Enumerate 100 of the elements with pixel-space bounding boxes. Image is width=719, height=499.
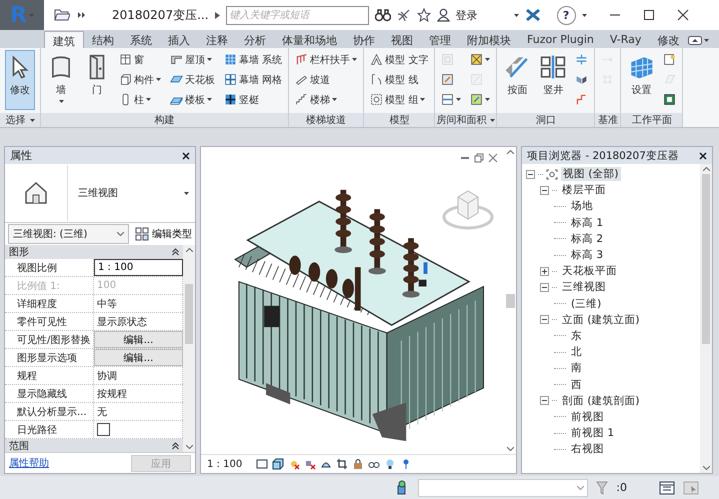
ribbon-tool-button[interactable]: 窗 <box>118 50 162 69</box>
ribbon-tool-button[interactable]: 栏杆扶手 <box>294 50 358 69</box>
exchange-icon <box>524 8 541 22</box>
tree-item[interactable]: 视图 (全部) <box>561 167 621 182</box>
tree-item[interactable]: 标高 1 <box>569 216 606 230</box>
panel-title[interactable]: 选择 <box>0 113 40 127</box>
tree-item[interactable]: 剖面 (建筑剖面) <box>560 394 642 408</box>
ribbon-tab[interactable]: 分析 <box>236 31 274 48</box>
ribbon-tool-button[interactable]: 按面 <box>502 50 532 110</box>
tree-item[interactable]: 南 <box>569 361 584 376</box>
caret-icon <box>146 98 151 101</box>
caret-icon <box>184 192 189 194</box>
tree-item[interactable]: 标高 3 <box>569 248 606 262</box>
ribbon-tab[interactable]: 结构 <box>84 31 122 48</box>
ribbon-tool-button[interactable]: 设置 <box>626 50 656 110</box>
tree-item[interactable]: 天花板平面 <box>560 264 619 278</box>
property-checkbox[interactable] <box>97 423 110 436</box>
ribbon-tool-button[interactable]: 构件 <box>118 70 162 89</box>
search-field[interactable]: 键入关键字或短语 <box>226 6 369 24</box>
ribbon-tool-button[interactable]: 竖井 <box>538 50 568 110</box>
tree-item[interactable]: 立面 (建筑立面) <box>560 312 642 327</box>
selection-count: :0 <box>616 481 627 494</box>
viewer-icon <box>663 53 676 66</box>
window-icon <box>119 53 132 66</box>
curtain-wall-icon <box>224 53 237 66</box>
scrollbar-thumb[interactable] <box>702 174 710 344</box>
ribbon-tab[interactable]: 管理 <box>421 31 459 48</box>
ribbon-tool-button[interactable]: 楼梯 <box>294 90 358 109</box>
workset-dropdown[interactable] <box>418 478 588 496</box>
scroll-down-icon <box>186 445 192 449</box>
ribbon-tab[interactable]: V-Ray <box>602 31 650 48</box>
ribbon-tab[interactable]: 注释 <box>198 31 236 48</box>
ribbon-tool-button[interactable]: 坡道 <box>294 70 358 89</box>
tree-connector <box>554 222 566 224</box>
group-header[interactable]: 范围 <box>5 439 183 453</box>
ribbon-tool-button[interactable]: 柱 <box>118 90 162 109</box>
help-link[interactable]: 属性帮助 <box>9 456 49 470</box>
property-value-field[interactable]: 1 : 100 <box>94 259 183 276</box>
ribbon-tab[interactable]: Fuzor Plugin <box>519 31 602 48</box>
ribbon-tab[interactable]: 修改 <box>649 31 688 48</box>
panel-title[interactable]: 房间和面积 <box>435 113 496 127</box>
scrollbar[interactable] <box>183 245 195 452</box>
tree-connector <box>554 384 566 386</box>
scrollbar[interactable] <box>700 164 712 473</box>
ribbon-tool-button[interactable]: 屋顶 <box>169 50 216 69</box>
ribbon-tab[interactable]: 系统 <box>122 31 160 48</box>
tree-item[interactable]: 楼层平面 <box>560 183 608 198</box>
sun-icon <box>288 458 300 470</box>
panel-title: 属性 <box>10 148 32 163</box>
sign-in-link[interactable]: 登录 <box>456 8 478 22</box>
shadow-icon <box>304 458 316 470</box>
ribbon-tool-button[interactable]: 修改 <box>5 50 35 110</box>
help-button[interactable]: ? <box>556 6 576 24</box>
tree-item[interactable]: 右视图 <box>569 442 606 456</box>
panel-title: 洞口 <box>497 113 594 127</box>
tree-item[interactable]: 北 <box>569 345 584 360</box>
caret-icon <box>156 78 161 81</box>
ribbon-tool-button[interactable]: 门 <box>82 50 112 110</box>
plane-icon <box>663 73 676 86</box>
tree-connector <box>554 303 566 304</box>
tree-item[interactable]: 三维视图 <box>560 280 608 294</box>
user-icon <box>436 8 450 22</box>
ribbon-tool-button[interactable]: 模型 组 <box>369 90 430 109</box>
view-scale[interactable]: 1 : 100 <box>207 458 242 470</box>
view-selector-dropdown[interactable]: 三维视图: (三维) <box>8 224 129 244</box>
scroll-up-icon <box>186 248 192 252</box>
tree-item[interactable]: 东 <box>569 328 584 343</box>
tree-item[interactable]: 场地 <box>569 199 595 214</box>
ribbon-tool-button[interactable]: 幕墙 网格 <box>223 70 284 89</box>
tree-item[interactable]: 西 <box>569 378 584 392</box>
open-folder-icon <box>54 8 70 22</box>
edit-type-button[interactable]: 编辑类型 <box>135 227 192 241</box>
edit-button[interactable]: 编辑... <box>94 331 183 348</box>
ribbon-tool-button[interactable]: 天花板 <box>169 70 216 89</box>
ribbon-tab[interactable]: 插入 <box>160 31 198 48</box>
ribbon-tab[interactable]: 附加模块 <box>459 31 519 48</box>
ribbon-tool-button[interactable]: 幕墙 系统 <box>223 50 284 69</box>
ribbon-tab[interactable]: 建筑 <box>44 31 84 48</box>
ribbon-tool-button[interactable]: 模型 文字 <box>369 50 430 69</box>
ribbon-tool-button[interactable]: 竖梃 <box>223 90 284 109</box>
scrollbar[interactable] <box>504 147 516 454</box>
ribbon-tool-button[interactable]: 墙 <box>46 50 76 110</box>
tree-item[interactable]: 前视图 <box>569 410 606 424</box>
scrollbar-thumb[interactable] <box>185 284 193 344</box>
mullion-icon <box>224 93 237 106</box>
tree-item[interactable]: 标高 2 <box>569 232 606 246</box>
group-header[interactable]: 图形 <box>5 245 183 259</box>
tree-item[interactable]: 前视图 1 <box>569 426 616 440</box>
ribbon-tab[interactable]: 协作 <box>345 31 383 48</box>
stair-icon <box>295 93 308 106</box>
tree-item[interactable]: (三维) <box>569 296 604 311</box>
panel-title: 楼梯坡道 <box>289 113 364 127</box>
ribbon-tab[interactable]: 视图 <box>383 31 421 48</box>
shaft-icon <box>540 54 566 80</box>
ribbon-tool-button[interactable]: 楼板 <box>169 90 216 109</box>
ribbon-tab[interactable]: 体量和场地 <box>274 31 345 48</box>
edit-button[interactable]: 编辑... <box>94 349 183 366</box>
ribbon-tool-button[interactable]: 模型 线 <box>369 70 430 89</box>
scrollbar-thumb[interactable] <box>506 294 514 308</box>
railing-icon <box>295 53 308 66</box>
